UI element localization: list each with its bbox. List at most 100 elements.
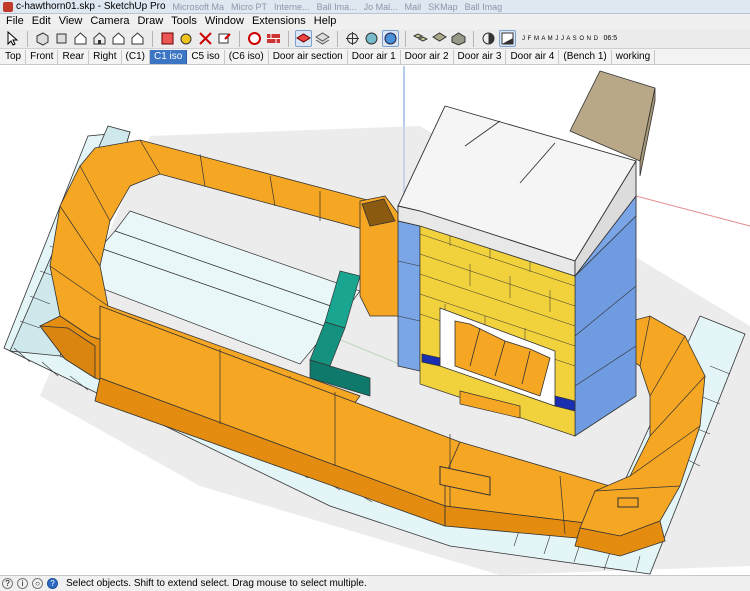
shadow-settings-button[interactable] [480, 30, 497, 47]
group-button[interactable] [431, 30, 448, 47]
riser-column [359, 195, 401, 317]
scene-tab-door-air-section[interactable]: Door air section [269, 49, 348, 64]
help-icon[interactable]: ? [47, 578, 58, 589]
background-tab-7: SKMap [428, 1, 458, 12]
export-button[interactable] [216, 30, 233, 47]
brick-icon [267, 34, 280, 43]
scene-tab-rear[interactable]: Rear [58, 49, 90, 64]
scene-tab-c1[interactable]: (C1) [122, 49, 150, 64]
materials-brick-button[interactable] [265, 30, 282, 47]
shadow-month-slider[interactable]: J F M A M J J A S O N D [522, 36, 599, 42]
user-icon[interactable]: ○ [32, 578, 43, 589]
x-ray-button[interactable] [197, 30, 214, 47]
tape-measure-icon [180, 33, 192, 45]
rocket-stove-bench-model [3, 66, 750, 575]
select-arrow-icon [7, 31, 19, 46]
right-cleanout-door [617, 497, 639, 508]
tape-measure-button[interactable] [178, 30, 195, 47]
window-title: c-hawthorn01.skp - SketchUp Pro [16, 1, 166, 12]
main-toolbar: J F M A M J J A S O N D 06:5 [0, 29, 750, 49]
orbit-button[interactable] [344, 30, 361, 47]
display-shadows-icon [501, 32, 514, 45]
menu-extensions[interactable]: Extensions [248, 14, 310, 29]
display-shadows-button[interactable] [499, 30, 516, 47]
scene-tab-c5-iso[interactable]: C5 iso [187, 49, 225, 64]
shadow-months-label: J F M A M J J A S O N D [522, 35, 599, 42]
scene-tab-right[interactable]: Right [89, 49, 122, 64]
menu-edit[interactable]: Edit [28, 14, 55, 29]
menu-view[interactable]: View [55, 14, 87, 29]
standard-view-front-button[interactable] [72, 30, 89, 47]
toolbar-separator [27, 30, 28, 47]
standard-view-left-button[interactable] [129, 30, 146, 47]
background-tab-5: Jo Mal... [363, 1, 398, 12]
scene-tab-bench-1[interactable]: (Bench 1) [559, 49, 612, 64]
scene-tab-door-air-1[interactable]: Door air 1 [348, 49, 401, 64]
standard-view-right-button[interactable] [91, 30, 108, 47]
pan-button[interactable] [363, 30, 380, 47]
section-plane-button[interactable] [159, 30, 176, 47]
toolbar-separator [239, 30, 240, 47]
iso-view-icon [36, 32, 49, 46]
standard-view-top-button[interactable] [53, 30, 70, 47]
status-bar: ? i ○ ? Select objects. Shift to extend … [0, 575, 750, 591]
background-tab-8: Ball Imag [464, 1, 503, 12]
sketchup-app-icon [3, 1, 13, 12]
background-tab-3: Interne... [274, 1, 310, 12]
front-view-house-icon [74, 32, 87, 45]
scene-tab-top[interactable]: Top [1, 49, 27, 64]
scene-tab-front[interactable]: Front [26, 49, 59, 64]
scene-tab-door-air-3[interactable]: Door air 3 [454, 49, 507, 64]
background-tab-1: Microsoft Ma [172, 1, 225, 12]
menu-draw[interactable]: Draw [133, 14, 167, 29]
menu-help[interactable]: Help [310, 14, 341, 29]
back-view-house-icon [112, 32, 125, 45]
orbit-crosshair-icon [346, 32, 359, 45]
menu-file[interactable]: File [2, 14, 28, 29]
menu-camera[interactable]: Camera [86, 14, 133, 29]
paint-bucket-icon [248, 32, 261, 45]
3d-model-viewport[interactable] [0, 66, 750, 575]
scene-tab-c1-iso[interactable]: C1 iso [149, 49, 188, 64]
layer-colors-button[interactable] [295, 30, 312, 47]
shadow-time-value: 06:5 [603, 35, 618, 42]
components-button[interactable] [412, 30, 429, 47]
standard-view-iso-button[interactable] [34, 30, 51, 47]
menu-bar: File Edit View Camera Draw Tools Window … [0, 14, 750, 29]
scene-tab-working[interactable]: working [612, 49, 656, 64]
right-view-house-icon [93, 32, 106, 45]
background-tab-6: Mail [404, 1, 422, 12]
select-tool-button[interactable] [4, 30, 21, 47]
scene-tab-door-air-4[interactable]: Door air 4 [506, 49, 560, 64]
scene-tab-door-air-2[interactable]: Door air 2 [401, 49, 454, 64]
paint-bucket-button[interactable] [246, 30, 263, 47]
zoom-extents-button[interactable] [382, 30, 399, 47]
credits-icon[interactable]: i [17, 578, 28, 589]
status-message: Select objects. Shift to extend select. … [66, 578, 367, 589]
toolbar-separator [288, 30, 289, 47]
background-tab-4: Ball Ima... [316, 1, 357, 12]
toolbar-separator [405, 30, 406, 47]
top-view-icon [56, 33, 67, 44]
cross-axes-icon [199, 32, 212, 45]
menu-window[interactable]: Window [201, 14, 248, 29]
make-component-icon [451, 32, 466, 46]
background-tab-2: Micro PT [231, 1, 268, 12]
layers-color-icon [296, 33, 311, 43]
scene-tab-c6-iso[interactable]: (C6 iso) [225, 49, 269, 64]
layers-stack-icon [315, 32, 330, 45]
toolbar-separator [152, 30, 153, 47]
scene-tabs-bar: Top Front Rear Right (C1) C1 iso C5 iso … [0, 49, 750, 65]
left-view-house-icon [131, 32, 144, 45]
group-boxes-icon [432, 32, 447, 42]
zoom-extents-icon [384, 32, 397, 45]
make-component-button[interactable] [450, 30, 467, 47]
layer-stack-button[interactable] [314, 30, 331, 47]
title-bar: c-hawthorn01.skp - SketchUp Pro Microsof… [0, 0, 750, 14]
toolbar-separator [473, 30, 474, 47]
geo-location-icon[interactable]: ? [2, 578, 13, 589]
components-boxes-icon [413, 33, 428, 42]
pan-globe-icon [365, 32, 378, 45]
standard-view-back-button[interactable] [110, 30, 127, 47]
menu-tools[interactable]: Tools [167, 14, 201, 29]
